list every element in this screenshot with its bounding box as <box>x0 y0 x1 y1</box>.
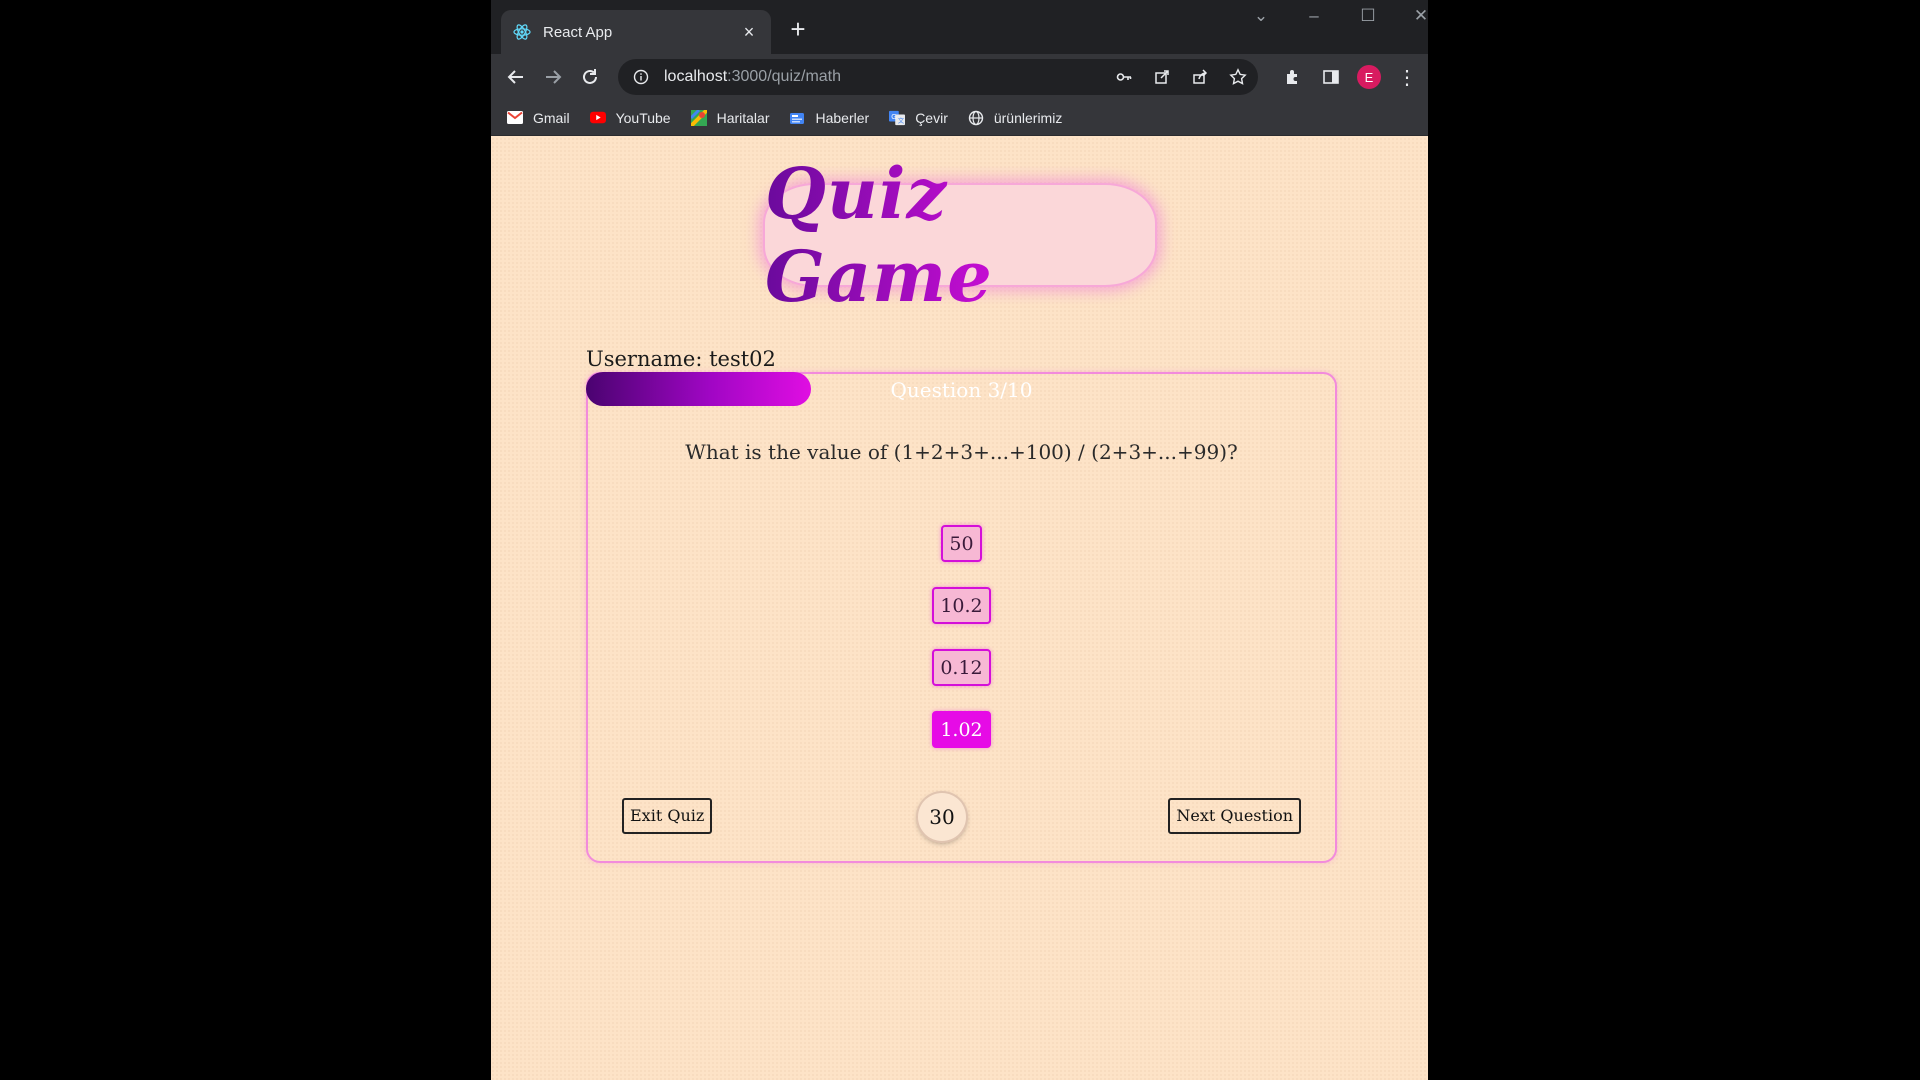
answer-option[interactable]: 10.2 <box>932 587 991 624</box>
question-counter: Question 3/10 <box>890 378 1033 402</box>
countdown-timer: 30 <box>918 793 966 841</box>
new-tab-icon[interactable]: + <box>783 14 813 44</box>
back-icon[interactable] <box>499 54 533 100</box>
tab-title: React App <box>543 23 613 41</box>
exit-quiz-button[interactable]: Exit Quiz <box>622 798 713 834</box>
question-text: What is the value of (1+2+3+...+100) / (… <box>685 440 1238 464</box>
menu-kebab-icon[interactable]: ⋮ <box>1390 60 1424 94</box>
bookmarks-bar: Gmail YouTube Haritalar Haberler G文 Çevi… <box>491 100 1428 136</box>
address-bar[interactable]: localhost:3000/quiz/math <box>618 59 1258 95</box>
url-path: :3000/quiz/math <box>727 68 842 85</box>
site-info-icon[interactable] <box>632 68 650 86</box>
maps-icon <box>690 109 707 126</box>
bookmark-label: ürünlerimiz <box>993 109 1063 126</box>
answer-option[interactable]: 0.12 <box>932 649 991 686</box>
bookmark-urunlerimiz[interactable]: ürünlerimiz <box>968 110 1062 126</box>
share-icon[interactable] <box>1188 65 1212 89</box>
bookmark-gmail[interactable]: Gmail <box>507 110 570 126</box>
open-external-icon[interactable] <box>1150 65 1174 89</box>
bookmark-label: Haberler <box>815 109 870 126</box>
answer-option[interactable]: 1.02 <box>932 711 991 748</box>
key-icon[interactable] <box>1112 65 1136 89</box>
react-icon <box>513 23 531 41</box>
profile-initial: E <box>1357 65 1381 89</box>
bookmark-translate[interactable]: G文 Çevir <box>889 110 948 126</box>
maximize-icon[interactable]: ☐ <box>1348 6 1388 26</box>
star-icon[interactable] <box>1226 65 1250 89</box>
close-window-icon[interactable]: ✕ <box>1401 6 1428 26</box>
reload-icon[interactable] <box>573 54 607 100</box>
username-label: Username: test02 <box>586 347 776 371</box>
bookmark-label: Haritalar <box>716 109 770 126</box>
news-icon <box>789 110 805 126</box>
bookmark-maps[interactable]: Haritalar <box>690 109 770 126</box>
tab-strip: React App × + ⌄ – ☐ ✕ <box>491 0 1428 54</box>
side-panel-icon[interactable] <box>1314 60 1348 94</box>
bookmark-label: Gmail <box>533 109 570 126</box>
extensions-icon[interactable] <box>1276 60 1310 94</box>
svg-text:文: 文 <box>898 116 905 124</box>
url-text: localhost:3000/quiz/math <box>664 68 841 86</box>
youtube-icon <box>589 110 606 126</box>
browser-window: React App × + ⌄ – ☐ ✕ localhost:3000/qui… <box>491 0 1428 1080</box>
gmail-icon <box>507 110 523 126</box>
quiz-logo: Quiz Game <box>763 152 1157 318</box>
bookmark-label: Çevir <box>915 109 948 126</box>
minimize-icon[interactable]: – <box>1294 6 1334 26</box>
answer-list: 50 10.2 0.12 1.02 <box>588 525 1335 773</box>
globe-icon <box>968 110 984 126</box>
svg-text:G: G <box>891 112 897 120</box>
bookmark-youtube[interactable]: YouTube <box>589 109 671 126</box>
translate-icon: G文 <box>889 110 906 126</box>
url-host: localhost <box>664 68 728 85</box>
tab-search-icon[interactable]: ⌄ <box>1241 6 1281 26</box>
question-card: Question 3/10 What is the value of (1+2+… <box>586 372 1337 863</box>
next-question-button[interactable]: Next Question <box>1168 798 1301 834</box>
forward-icon[interactable] <box>536 54 570 100</box>
browser-toolbar: localhost:3000/quiz/math E ⋮ <box>491 54 1428 100</box>
answer-option[interactable]: 50 <box>941 525 982 562</box>
close-tab-icon[interactable]: × <box>739 22 759 43</box>
browser-tab[interactable]: React App × <box>501 10 771 54</box>
profile-avatar[interactable]: E <box>1352 60 1386 94</box>
bookmark-label: YouTube <box>615 109 671 126</box>
logo-text: Quiz Game <box>765 152 1155 318</box>
quiz-page: Quiz Game Username: test02 Question 3/10… <box>491 137 1428 1080</box>
bookmark-news[interactable]: Haberler <box>789 110 869 126</box>
